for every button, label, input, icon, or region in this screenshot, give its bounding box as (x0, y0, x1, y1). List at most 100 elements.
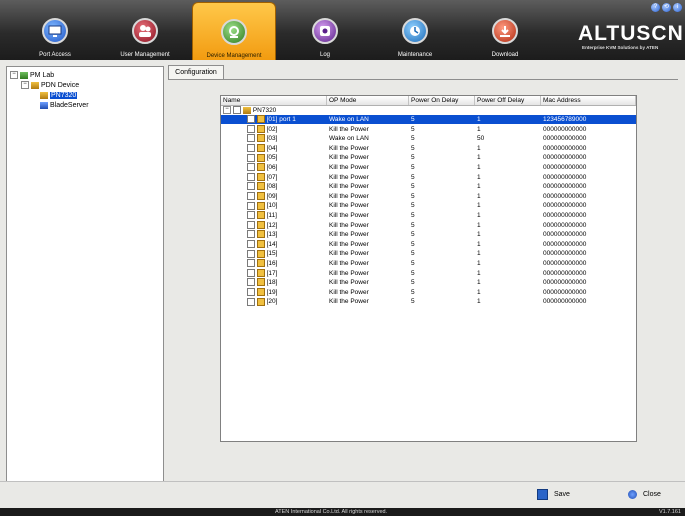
cell-mac-address[interactable]: 000000000000 (543, 173, 586, 182)
cell-mac-address[interactable]: 000000000000 (543, 153, 586, 162)
port-checkbox[interactable] (247, 268, 255, 277)
cell-power-off-delay[interactable]: 1 (477, 221, 481, 230)
table-row[interactable]: [16] Kill the Power 5 1 000000000000 (221, 259, 636, 268)
nav-user-management[interactable]: User Management (110, 2, 180, 60)
tree-node-pn7320[interactable]: PN7320 (40, 91, 78, 101)
cell-op-mode[interactable]: Kill the Power (329, 192, 369, 201)
cell-power-on-delay[interactable]: 5 (411, 211, 415, 220)
cell-mac-address[interactable]: 000000000000 (543, 259, 586, 268)
cell-op-mode[interactable]: Kill the Power (329, 230, 369, 239)
cell-op-mode[interactable]: Kill the Power (329, 144, 369, 153)
port-checkbox[interactable] (247, 124, 255, 133)
cell-power-off-delay[interactable]: 1 (477, 125, 481, 134)
cell-mac-address[interactable]: 000000000000 (543, 297, 586, 306)
cell-power-off-delay[interactable]: 1 (477, 115, 481, 124)
cell-power-on-delay[interactable]: 5 (411, 163, 415, 172)
help-icon[interactable]: ? (651, 3, 660, 12)
table-row[interactable]: [11] Kill the Power 5 1 000000000000 (221, 211, 636, 220)
tree-node-bladeserver[interactable]: BladeServer (40, 101, 89, 111)
port-checkbox[interactable] (247, 144, 255, 153)
cell-power-off-delay[interactable]: 1 (477, 240, 481, 249)
table-row[interactable]: [04] Kill the Power 5 1 000000000000 (221, 144, 636, 153)
cell-power-on-delay[interactable]: 5 (411, 278, 415, 287)
cell-mac-address[interactable]: 000000000000 (543, 134, 586, 143)
cell-power-on-delay[interactable]: 5 (411, 249, 415, 258)
nav-log[interactable]: Log (298, 2, 352, 60)
cell-power-on-delay[interactable]: 5 (411, 201, 415, 210)
group-row-pn7320[interactable]: − PN7320 (221, 106, 636, 115)
cell-op-mode[interactable]: Wake on LAN (329, 134, 369, 143)
column-header-power-off-delay[interactable]: Power Off Delay (475, 96, 541, 105)
cell-power-on-delay[interactable]: 5 (411, 259, 415, 268)
port-checkbox[interactable] (247, 297, 255, 306)
cell-power-off-delay[interactable]: 50 (477, 134, 484, 143)
cell-power-off-delay[interactable]: 1 (477, 211, 481, 220)
cell-op-mode[interactable]: Kill the Power (329, 201, 369, 210)
cell-power-on-delay[interactable]: 5 (411, 125, 415, 134)
table-row[interactable]: [07] Kill the Power 5 1 000000000000 (221, 172, 636, 182)
cell-power-off-delay[interactable]: 1 (477, 144, 481, 153)
port-checkbox[interactable] (247, 153, 255, 162)
table-row[interactable]: [08] Kill the Power 5 1 000000000000 (221, 182, 636, 191)
cell-power-on-delay[interactable]: 5 (411, 134, 415, 143)
table-row[interactable]: [13] Kill the Power 5 1 000000000000 (221, 230, 636, 239)
cell-power-off-delay[interactable]: 1 (477, 153, 481, 162)
collapse-icon[interactable]: − (21, 81, 29, 90)
cell-power-off-delay[interactable]: 1 (477, 230, 481, 239)
nav-device-management[interactable]: Device Management (192, 2, 276, 60)
cell-power-off-delay[interactable]: 1 (477, 278, 481, 287)
port-checkbox[interactable] (247, 249, 255, 258)
cell-power-off-delay[interactable]: 1 (477, 259, 481, 268)
cell-power-on-delay[interactable]: 5 (411, 153, 415, 162)
table-row[interactable]: [14] Kill the Power 5 1 000000000000 (221, 240, 636, 249)
table-row[interactable]: [17] Kill the Power 5 1 000000000000 (221, 268, 636, 278)
column-header-name[interactable]: Name (221, 96, 327, 105)
cell-power-off-delay[interactable]: 1 (477, 297, 481, 306)
cell-op-mode[interactable]: Kill the Power (329, 297, 369, 306)
cell-op-mode[interactable]: Kill the Power (329, 163, 369, 172)
cell-mac-address[interactable]: 123456789000 (543, 115, 586, 124)
cell-mac-address[interactable]: 000000000000 (543, 230, 586, 239)
table-row[interactable]: [20] Kill the Power 5 1 000000000000 (221, 297, 636, 306)
collapse-icon[interactable]: − (223, 106, 231, 115)
cell-mac-address[interactable]: 000000000000 (543, 211, 586, 220)
cell-power-on-delay[interactable]: 5 (411, 115, 415, 124)
nav-maintenance[interactable]: Maintenance (382, 2, 448, 60)
table-row[interactable]: [12] Kill the Power 5 1 000000000000 (221, 220, 636, 230)
port-checkbox[interactable] (247, 230, 255, 239)
cell-op-mode[interactable]: Kill the Power (329, 153, 369, 162)
port-checkbox[interactable] (247, 182, 255, 191)
cell-op-mode[interactable]: Kill the Power (329, 211, 369, 220)
cell-mac-address[interactable]: 000000000000 (543, 201, 586, 210)
cell-mac-address[interactable]: 000000000000 (543, 125, 586, 134)
nav-port-access[interactable]: Port Access (22, 2, 88, 60)
cell-mac-address[interactable]: 000000000000 (543, 278, 586, 287)
table-row[interactable]: [15] Kill the Power 5 1 000000000000 (221, 249, 636, 258)
column-header-op-mode[interactable]: OP Mode (327, 96, 409, 105)
cell-power-off-delay[interactable]: 1 (477, 249, 481, 258)
port-checkbox[interactable] (247, 288, 255, 297)
cell-op-mode[interactable]: Kill the Power (329, 125, 369, 134)
cell-mac-address[interactable]: 000000000000 (543, 163, 586, 172)
cell-op-mode[interactable]: Kill the Power (329, 259, 369, 268)
cell-power-on-delay[interactable]: 5 (411, 288, 415, 297)
port-checkbox[interactable] (247, 201, 255, 210)
cell-op-mode[interactable]: Kill the Power (329, 221, 369, 230)
group-checkbox[interactable] (233, 106, 241, 115)
port-checkbox[interactable] (247, 211, 255, 220)
table-row[interactable]: [18] Kill the Power 5 1 000000000000 (221, 278, 636, 287)
cell-power-off-delay[interactable]: 1 (477, 201, 481, 210)
cell-op-mode[interactable]: Kill the Power (329, 269, 369, 278)
cell-mac-address[interactable]: 000000000000 (543, 144, 586, 153)
cell-power-on-delay[interactable]: 5 (411, 221, 415, 230)
cell-op-mode[interactable]: Kill the Power (329, 240, 369, 249)
cell-op-mode[interactable]: Kill the Power (329, 182, 369, 191)
cell-power-off-delay[interactable]: 1 (477, 192, 481, 201)
port-checkbox[interactable] (247, 192, 255, 201)
info-icon[interactable]: i (673, 3, 682, 12)
cell-mac-address[interactable]: 000000000000 (543, 269, 586, 278)
port-checkbox[interactable] (247, 259, 255, 268)
table-row[interactable]: [09] Kill the Power 5 1 000000000000 (221, 192, 636, 201)
refresh-icon[interactable]: ⟲ (662, 3, 671, 12)
cell-power-on-delay[interactable]: 5 (411, 230, 415, 239)
